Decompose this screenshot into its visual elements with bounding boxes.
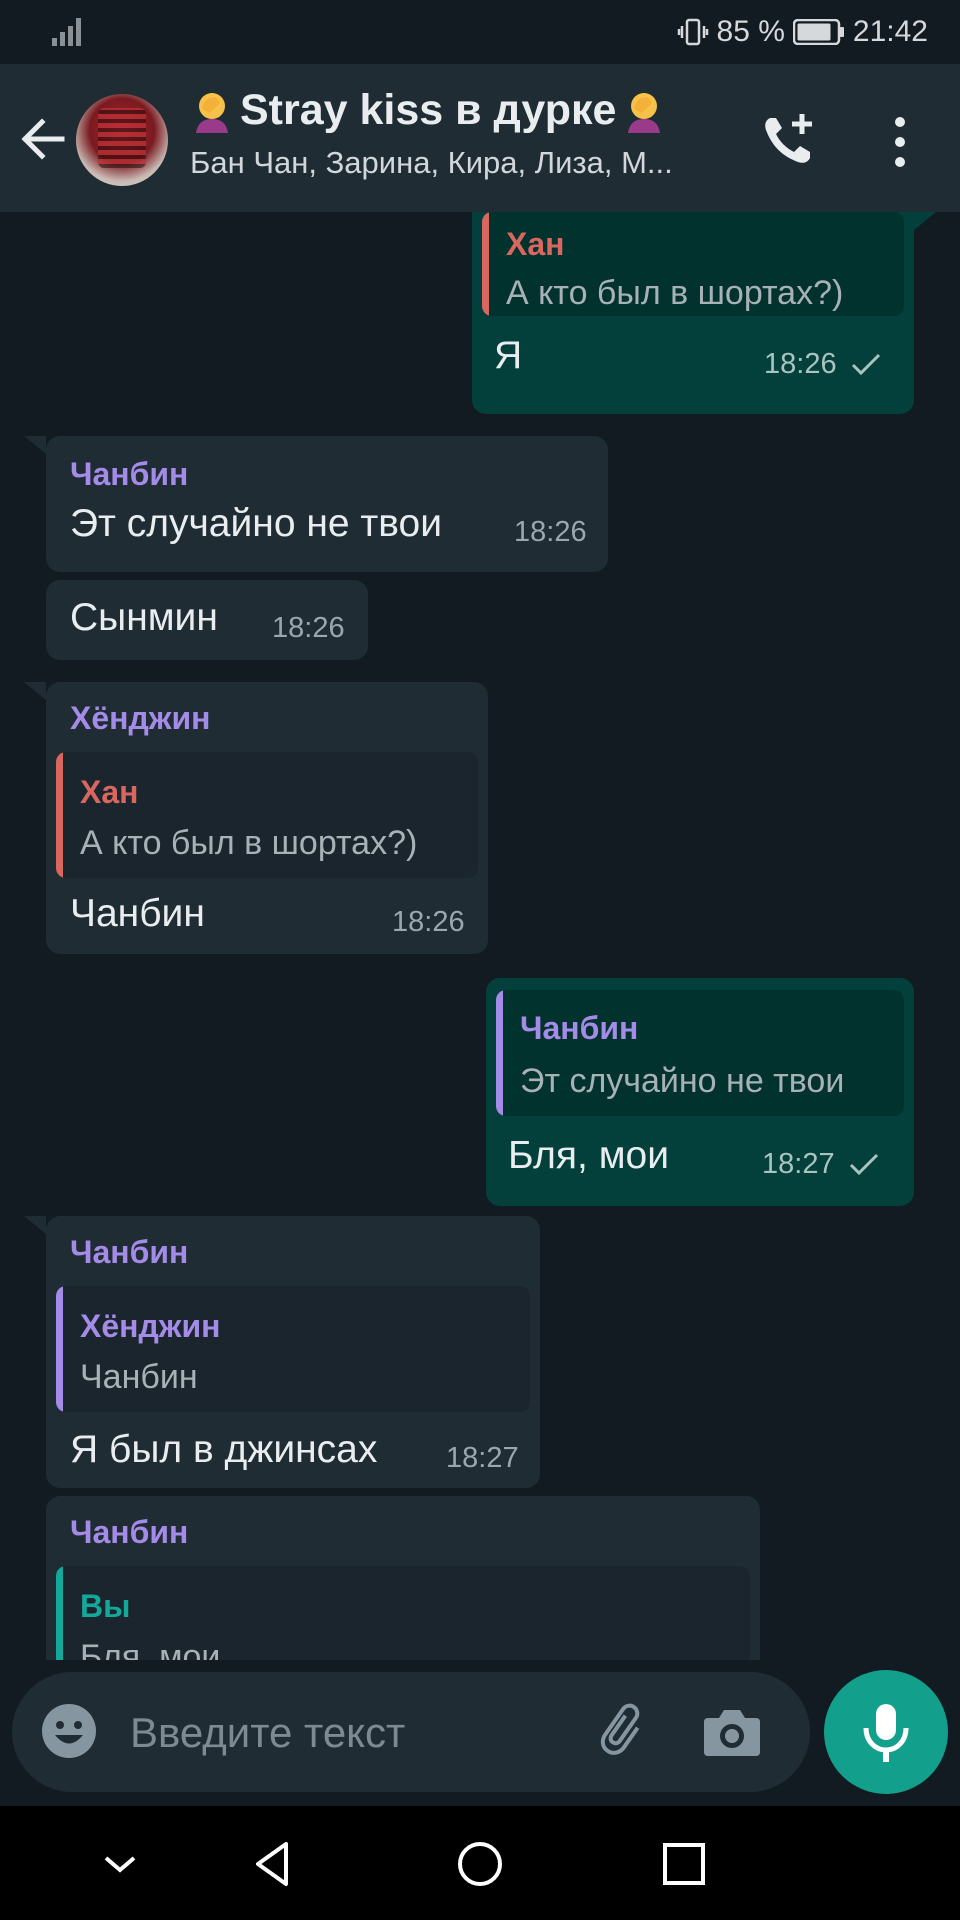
message-input[interactable] (128, 1700, 552, 1766)
quoted-message[interactable]: Хан А кто был в шортах?) (56, 752, 478, 878)
message-time: 18:26 (272, 612, 345, 644)
add-call-icon[interactable] (756, 108, 820, 172)
quoted-message[interactable]: Вы Бля, мои (56, 1566, 750, 1660)
bubble-tail (914, 212, 936, 230)
message-time: 18:26 (764, 348, 837, 380)
message-time: 18:26 (392, 906, 465, 938)
sent-check-icon (849, 1153, 879, 1176)
nav-recents-icon[interactable] (656, 1836, 712, 1892)
facepalm-emoji-icon (628, 92, 661, 133)
vibrate-icon (677, 18, 708, 46)
quoted-sender: Чанбин (520, 1010, 639, 1046)
nav-home-icon[interactable] (452, 1836, 508, 1892)
message-text: Сынмин (70, 596, 218, 639)
message-text: Я был в джинсах (70, 1428, 378, 1471)
microphone-icon (863, 1704, 909, 1762)
chat-title: Stray kiss в дурке (190, 86, 730, 135)
system-nav-bar (0, 1806, 960, 1920)
bubble-tail (24, 436, 46, 454)
bubble-tail (24, 1216, 46, 1234)
quoted-message[interactable]: Хёнджин Чанбин (56, 1286, 530, 1412)
quoted-message[interactable]: Чанбин Эт случайно не твои (496, 990, 904, 1116)
nav-back-icon[interactable] (246, 1836, 302, 1892)
quoted-sender: Хёнджин (80, 1308, 221, 1344)
nav-hide-keyboard-icon[interactable] (92, 1836, 148, 1892)
message-sender: Чанбин (70, 456, 189, 492)
message-sender: Чанбин (70, 1514, 189, 1550)
quoted-text: А кто был в шортах?) (506, 274, 844, 312)
quoted-text: Чанбин (80, 1358, 198, 1396)
signal-icon (52, 18, 81, 46)
emoji-icon[interactable] (40, 1702, 98, 1760)
chat-title-area[interactable]: Stray kiss в дурке Бан Чан, Зарина, Кира… (190, 86, 730, 181)
outgoing-message[interactable]: Хан А кто был в шортах?) Я 18:26 (472, 212, 914, 414)
incoming-message[interactable]: Чанбин Эт случайно не твои 18:26 (46, 436, 608, 572)
message-sender: Хёнджин (70, 700, 211, 736)
message-text: Бля, мои (508, 1134, 669, 1177)
quoted-sender: Хан (80, 774, 139, 810)
group-avatar[interactable] (76, 94, 168, 186)
message-time: 18:27 (762, 1148, 835, 1180)
incoming-message[interactable]: Чанбин Вы Бля, мои (46, 1496, 760, 1660)
quoted-sender: Вы (80, 1588, 131, 1624)
attach-icon[interactable] (594, 1700, 656, 1762)
incoming-message[interactable]: Чанбин Хёнджин Чанбин Я был в джинсах 18… (46, 1216, 540, 1488)
battery-percent: 85 % (716, 15, 785, 48)
chat-members: Бан Чан, Зарина, Кира, Лиза, М... (190, 145, 673, 180)
quoted-text: Эт случайно не твои (520, 1062, 845, 1100)
more-vert-icon[interactable] (880, 112, 920, 172)
sent-check-icon (851, 353, 881, 376)
quoted-text: А кто был в шортах?) (80, 824, 418, 862)
quoted-sender: Хан (506, 226, 565, 262)
message-time: 18:26 (514, 516, 587, 548)
message-sender: Чанбин (70, 1234, 189, 1270)
incoming-message[interactable]: Сынмин 18:26 (46, 580, 368, 660)
bubble-tail (24, 682, 46, 700)
message-text: Чанбин (70, 892, 205, 935)
outgoing-message[interactable]: Чанбин Эт случайно не твои Бля, мои 18:2… (486, 978, 914, 1206)
message-list[interactable]: Хан А кто был в шортах?) Я 18:26 Чанбин … (0, 212, 960, 1660)
message-time: 18:27 (446, 1442, 519, 1474)
message-text: Эт случайно не твои (70, 502, 443, 545)
back-arrow-icon[interactable] (14, 110, 72, 168)
clock: 21:42 (852, 15, 928, 48)
message-text: Я (494, 334, 523, 377)
quoted-message[interactable]: Хан А кто был в шортах?) (482, 212, 904, 316)
battery-icon (792, 19, 844, 45)
status-bar: 85 % 21:42 (0, 0, 960, 64)
camera-icon[interactable] (702, 1704, 762, 1758)
voice-record-button[interactable] (824, 1670, 948, 1794)
status-right: 85 % 21:42 (677, 12, 928, 52)
facepalm-emoji-icon (196, 92, 228, 133)
quoted-text: Бля, мои (80, 1638, 221, 1660)
chat-header: Stray kiss в дурке Бан Чан, Зарина, Кира… (0, 64, 960, 212)
incoming-message[interactable]: Хёнджин Хан А кто был в шортах?) Чанбин … (46, 682, 488, 954)
message-composer (12, 1672, 810, 1792)
chat-title-text: Stray kiss в дурке (240, 86, 617, 134)
